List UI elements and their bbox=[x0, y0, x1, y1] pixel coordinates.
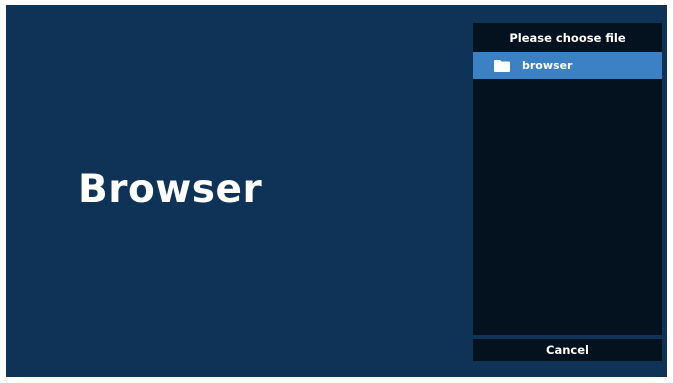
file-list-item[interactable]: browser bbox=[473, 52, 662, 79]
cancel-button[interactable]: Cancel bbox=[473, 339, 662, 361]
app-screen: Browser Please choose file browser Cance… bbox=[6, 5, 667, 377]
file-chooser-panel: Please choose file browser bbox=[473, 23, 662, 335]
file-chooser-header: Please choose file bbox=[509, 30, 626, 45]
file-item-label: browser bbox=[522, 59, 573, 72]
folder-icon bbox=[494, 59, 510, 72]
app-title: Browser bbox=[78, 167, 263, 212]
